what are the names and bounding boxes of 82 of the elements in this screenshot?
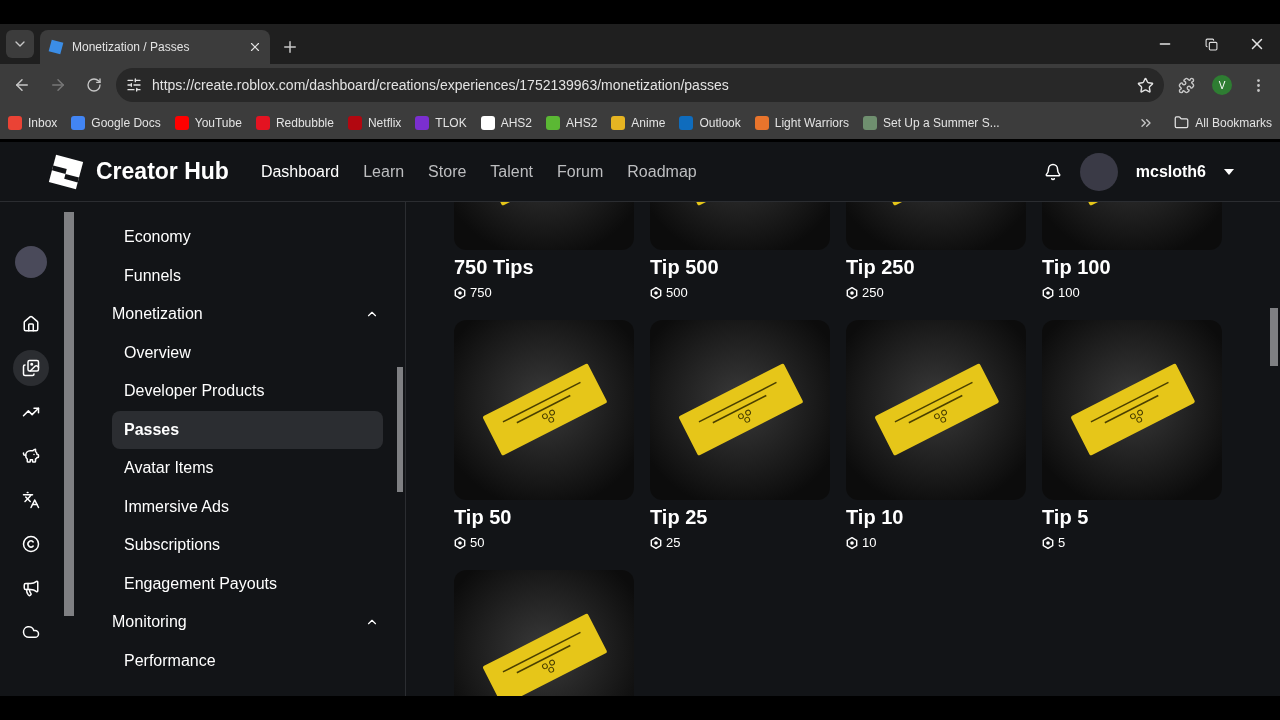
nav-item[interactable]: Economy bbox=[112, 218, 383, 257]
site-settings-icon[interactable] bbox=[126, 77, 142, 93]
bookmark-link[interactable]: AHS2 bbox=[546, 115, 598, 130]
robux-icon bbox=[650, 286, 662, 299]
brand-title: Creator Hub bbox=[96, 158, 229, 185]
address-bar[interactable]: https://create.roblox.com/dashboard/creations/experiences/1752139963/monetization/passes bbox=[116, 68, 1164, 102]
back-icon[interactable] bbox=[13, 76, 31, 94]
robux-icon bbox=[454, 286, 466, 299]
nav-item[interactable]: Passes bbox=[112, 410, 383, 449]
folder-icon[interactable] bbox=[1174, 115, 1190, 130]
reload-icon[interactable] bbox=[86, 77, 102, 93]
close-icon[interactable] bbox=[248, 40, 262, 54]
restore-icon[interactable] bbox=[1204, 37, 1218, 51]
nav-item[interactable]: Performance bbox=[112, 641, 383, 680]
pass-name[interactable]: Tip 250 bbox=[846, 256, 1026, 279]
pass-name[interactable]: Tip 25 bbox=[650, 506, 830, 529]
nav-link[interactable]: Learn bbox=[363, 162, 405, 181]
robux-icon bbox=[846, 536, 858, 549]
robux-icon bbox=[454, 536, 466, 549]
pass-price: 500 bbox=[650, 285, 830, 300]
copyright-icon bbox=[22, 535, 40, 553]
home-icon bbox=[22, 315, 40, 333]
megaphone-icon bbox=[22, 579, 40, 597]
cloud-icon bbox=[22, 623, 40, 641]
nav-item[interactable]: Funnels bbox=[112, 256, 383, 295]
bookmark-link[interactable]: Outlook bbox=[679, 115, 741, 130]
nav-link[interactable]: Store bbox=[428, 162, 467, 181]
pass-price: 5 bbox=[1042, 535, 1222, 550]
pass-name[interactable]: Tip 500 bbox=[650, 256, 830, 279]
bookmark-star-icon[interactable] bbox=[1137, 76, 1154, 94]
extensions-icon[interactable] bbox=[1177, 76, 1195, 94]
nav-group-label[interactable]: Monitoring bbox=[112, 613, 187, 632]
pass-name[interactable]: Tip 100 bbox=[1042, 256, 1222, 279]
bookmark-link[interactable]: AHS2 bbox=[480, 115, 532, 130]
piggy-bank-icon bbox=[22, 447, 40, 465]
bookmark-link[interactable]: TLOK bbox=[415, 115, 467, 130]
pass-name[interactable]: Tip 10 bbox=[846, 506, 1026, 529]
pass-price: 50 bbox=[454, 535, 634, 550]
nav-link[interactable]: Forum bbox=[557, 162, 604, 181]
pass-price: 25 bbox=[650, 535, 830, 550]
nav-item[interactable]: Engagement Payouts bbox=[112, 564, 383, 603]
translate-icon bbox=[22, 491, 40, 509]
pass-price: 250 bbox=[846, 285, 1026, 300]
new-tab-icon[interactable] bbox=[281, 38, 299, 56]
images-icon bbox=[22, 359, 40, 377]
forward-icon[interactable] bbox=[49, 76, 67, 94]
robux-icon bbox=[846, 286, 858, 299]
pass-name[interactable]: Tip 50 bbox=[454, 506, 634, 529]
pass-name[interactable]: Tip 5 bbox=[1042, 506, 1222, 529]
pass-price: 750 bbox=[454, 285, 634, 300]
images-button[interactable] bbox=[13, 350, 49, 386]
bookmark-link[interactable]: Google Docs bbox=[71, 115, 161, 130]
nav-item[interactable]: Subscriptions bbox=[112, 526, 383, 565]
pass-name[interactable]: 750 Tips bbox=[454, 256, 634, 279]
all-bookmarks-link[interactable]: All Bookmarks bbox=[1195, 115, 1272, 130]
robux-icon bbox=[1042, 286, 1054, 299]
roblox-logo-icon bbox=[48, 39, 64, 55]
bookmark-link[interactable]: YouTube bbox=[174, 115, 242, 130]
robux-icon bbox=[1042, 536, 1054, 549]
nav-link[interactable]: Dashboard bbox=[260, 162, 340, 181]
pass-price: 100 bbox=[1042, 285, 1222, 300]
bookmark-link[interactable]: Netflix bbox=[347, 115, 402, 130]
bookmark-link[interactable]: Inbox bbox=[8, 115, 58, 130]
nav-item[interactable]: Immersive Ads bbox=[112, 487, 383, 526]
bookmark-link[interactable]: Anime bbox=[611, 115, 666, 130]
bookmark-link[interactable]: Redbubble bbox=[255, 115, 334, 130]
tab-search-button[interactable] bbox=[6, 30, 34, 58]
username[interactable]: mcsloth6 bbox=[1135, 162, 1206, 181]
nav-item[interactable]: Overview bbox=[112, 333, 383, 372]
profile-button[interactable]: V bbox=[1212, 75, 1232, 95]
nav-link[interactable]: Talent bbox=[490, 162, 534, 181]
nav-group-label[interactable]: Monetization bbox=[112, 305, 203, 324]
nav-link[interactable]: Roadmap bbox=[627, 162, 697, 181]
robux-icon bbox=[650, 536, 662, 549]
browser-tab[interactable]: Monetization / Passes bbox=[40, 30, 270, 64]
nav-item[interactable]: Avatar Items bbox=[112, 449, 383, 488]
notifications-icon[interactable] bbox=[1043, 162, 1062, 181]
caret-icon[interactable] bbox=[1224, 168, 1234, 175]
pass-price: 10 bbox=[846, 535, 1026, 550]
bookmark-link[interactable]: Light Warriors bbox=[754, 115, 849, 130]
nav-item[interactable]: Developer Products bbox=[112, 372, 383, 411]
bookmark-link[interactable]: Set Up a Summer S... bbox=[863, 115, 1000, 130]
